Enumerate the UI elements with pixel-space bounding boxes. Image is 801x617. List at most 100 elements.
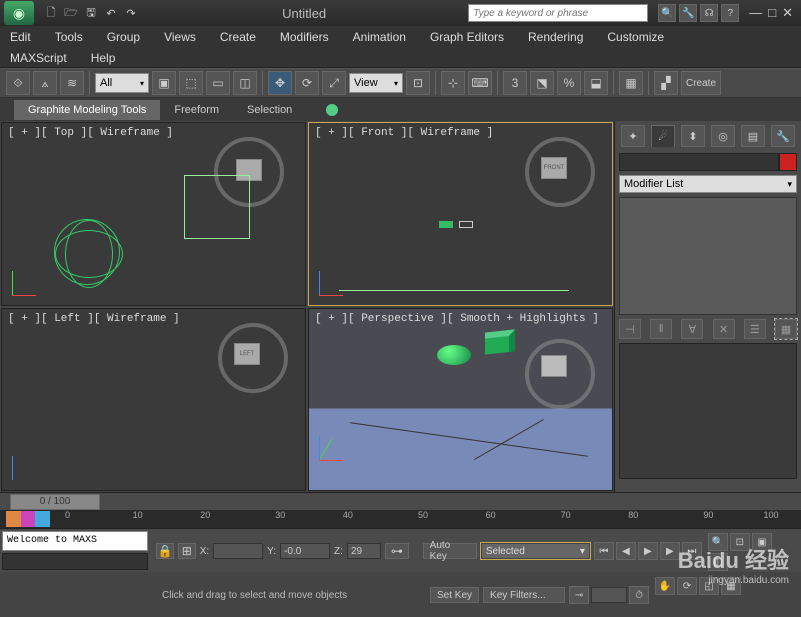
scale-icon[interactable]: ⤢ [322,71,346,95]
zoom-icon[interactable]: 🔍 [708,533,728,551]
menu-group[interactable]: Group [107,30,140,44]
viewport-left[interactable]: [ + ][ Left ][ Wireframe ] LEFT [1,308,306,492]
object-name-input[interactable] [619,153,779,171]
create-panel-icon[interactable]: ✦ [621,125,645,147]
pin-stack-icon[interactable]: ⊣ [619,319,641,339]
utilities-panel-icon[interactable]: 🔧 [771,125,795,147]
unlink-icon[interactable]: ⟑ [33,71,57,95]
key-icon[interactable]: ⊶ [385,543,409,559]
config-icon[interactable]: 🔧 [679,4,697,22]
y-coord-input[interactable] [280,543,330,559]
current-frame-input[interactable] [591,587,627,603]
new-icon[interactable]: 🗋 [42,4,60,22]
pan-icon[interactable]: ✋ [655,577,675,595]
ref-coord-dropdown[interactable]: View [349,73,403,93]
move-icon[interactable]: ✥ [268,71,292,95]
lock-icon[interactable]: 🔒 [156,543,174,559]
menu-create[interactable]: Create [220,30,256,44]
menu-tools[interactable]: Tools [55,30,83,44]
manipulate-icon[interactable]: ⊹ [441,71,465,95]
maximize-vp-icon[interactable]: ◱ [699,577,719,595]
orbit-icon[interactable]: ⟳ [677,577,697,595]
menu-animation[interactable]: Animation [353,30,406,44]
select-rect-icon[interactable]: ▭ [206,71,230,95]
next-frame-icon[interactable]: ▶ [660,542,680,560]
minimize-button[interactable]: — [749,5,762,21]
menu-help[interactable]: Help [91,51,116,65]
ribbon-tab-freeform[interactable]: Freeform [160,100,233,120]
maximize-button[interactable]: □ [768,5,776,21]
show-end-icon[interactable]: ‖ [650,319,672,339]
play-icon[interactable]: ▶ [638,542,658,560]
time-config-icon[interactable]: ⏱ [629,586,649,604]
mini-listener[interactable] [2,553,148,570]
ribbon-tab-graphite[interactable]: Graphite Modeling Tools [14,100,160,120]
nav-cube-persp[interactable] [541,355,567,377]
zoom-all-icon[interactable]: ⊡ [730,533,750,551]
time-slider-bar[interactable]: 0 / 100 [0,492,801,510]
rotate-icon[interactable]: ⟳ [295,71,319,95]
menu-grapheditors[interactable]: Graph Editors [430,30,504,44]
motion-panel-icon[interactable]: ◎ [711,125,735,147]
selection-filter-dropdown[interactable]: All [95,73,149,93]
viewport-top[interactable]: [ + ][ Top ][ Wireframe ] [1,122,306,306]
z-coord-input[interactable] [347,543,381,559]
modifier-list-dropdown[interactable]: Modifier List [619,175,797,193]
modify-panel-icon[interactable]: ☄ [651,125,675,147]
mini-curve-icon[interactable] [6,511,50,527]
remove-mod-icon[interactable]: ✕ [713,319,735,339]
axis-toggle-icon[interactable]: ⊞ [178,543,196,559]
search-icon[interactable]: 🔍 [658,4,676,22]
angle-snap-icon[interactable]: ⬔ [530,71,554,95]
object-color-swatch[interactable] [779,153,797,171]
snap-icon[interactable]: 3 [503,71,527,95]
unique-icon[interactable]: ∀ [681,319,703,339]
viewport-perspective[interactable]: [ + ][ Perspective ][ Smooth + Highlight… [308,308,613,492]
app-logo[interactable]: ◉ [4,1,34,25]
fov-icon[interactable]: ◫ [708,553,728,571]
bind-icon[interactable]: ≋ [60,71,84,95]
modifier-stack[interactable] [619,197,797,315]
close-button[interactable]: ✕ [782,5,793,21]
time-slider-handle[interactable]: 0 / 100 [10,494,100,510]
help-icon[interactable]: ? [721,4,739,22]
prev-frame-icon[interactable]: ◀ [616,542,636,560]
configure-icon[interactable]: ☰ [744,319,766,339]
window-crossing-icon[interactable]: ◫ [233,71,257,95]
zoom-ext-icon[interactable]: ▣ [752,533,772,551]
select-object-icon[interactable]: ▣ [152,71,176,95]
x-coord-input[interactable] [213,543,263,559]
key-mode-icon[interactable]: ⊸ [569,586,589,604]
autokey-button[interactable]: Auto Key [423,543,477,559]
spinner-snap-icon[interactable]: ⬓ [584,71,608,95]
hierarchy-panel-icon[interactable]: ⬍ [681,125,705,147]
goto-end-icon[interactable]: ⏭ [682,542,702,560]
menu-rendering[interactable]: Rendering [528,30,583,44]
save-icon[interactable]: 🖫 [82,4,100,22]
menu-customize[interactable]: Customize [607,30,664,44]
menu-edit[interactable]: Edit [10,30,31,44]
key-target-dropdown[interactable]: Selected▾ [481,543,590,559]
communication-icon[interactable]: ☊ [700,4,718,22]
menu-modifiers[interactable]: Modifiers [280,30,329,44]
goto-start-icon[interactable]: ⏮ [594,542,614,560]
track-bar[interactable]: 0 10 20 30 40 50 60 70 80 90 100 [0,510,801,528]
help-search-input[interactable] [468,4,648,22]
percent-snap-icon[interactable]: % [557,71,581,95]
link-icon[interactable]: ⟐ [6,71,30,95]
menu-views[interactable]: Views [164,30,196,44]
pivot-icon[interactable]: ⊡ [406,71,430,95]
sets-icon[interactable]: ▦ [775,319,797,339]
viewport-front[interactable]: [ + ][ Front ][ Wireframe ] FRONT [308,122,613,306]
create-sel-button[interactable]: Create [681,71,721,95]
menu-maxscript[interactable]: MAXScript [10,51,67,65]
open-icon[interactable]: 🗁 [62,4,80,22]
display-panel-icon[interactable]: ▤ [741,125,765,147]
select-name-icon[interactable]: ⬚ [179,71,203,95]
keyfilters-button[interactable]: Key Filters... [483,587,565,603]
min-max-icon[interactable]: ▦ [721,577,741,595]
mirror-icon[interactable]: ▞ [654,71,678,95]
undo-icon[interactable]: ↶ [102,4,120,22]
named-sel-icon[interactable]: ▦ [619,71,643,95]
keyboard-icon[interactable]: ⌨ [468,71,492,95]
